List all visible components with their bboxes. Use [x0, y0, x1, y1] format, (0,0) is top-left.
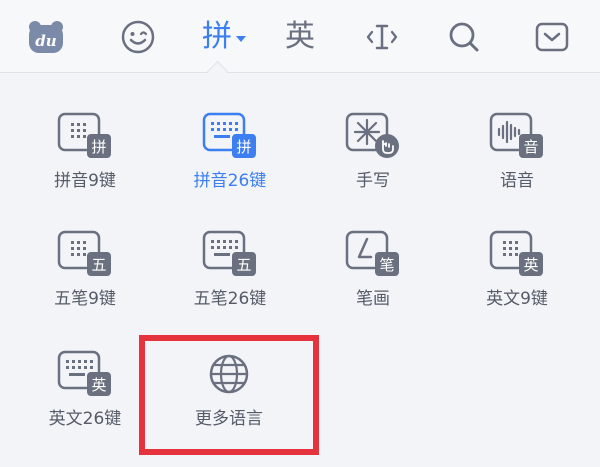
- search-icon: [449, 22, 479, 52]
- cursor-edit-button[interactable]: [354, 11, 410, 63]
- search-button[interactable]: [436, 11, 492, 63]
- layout-label: 五笔26键: [193, 289, 267, 309]
- layout-english-9[interactable]: 英 英文9键: [452, 226, 582, 326]
- english-input-button[interactable]: 英: [272, 11, 328, 63]
- layout-handwriting[interactable]: 手写: [308, 108, 438, 208]
- layout-label: 拼音9键: [54, 171, 116, 191]
- voice-waveform-icon: 音: [489, 112, 543, 158]
- layout-label: 英文26键: [48, 409, 122, 429]
- badge-text: 五: [236, 256, 251, 274]
- pinyin-label: 拼: [202, 19, 232, 54]
- layout-label: 语音: [500, 171, 534, 191]
- text-cursor-icon: [366, 24, 398, 50]
- du-logo-icon: du: [29, 21, 63, 53]
- stroke-pen-icon: 笔: [345, 230, 399, 276]
- highlight-box: [139, 335, 319, 455]
- layout-stroke[interactable]: 笔 笔画: [308, 226, 438, 326]
- handwriting-icon: [345, 112, 399, 158]
- layout-label: 五笔9键: [54, 289, 116, 309]
- layout-wubi-26[interactable]: 五 五笔26键: [165, 226, 295, 326]
- du-logo-button[interactable]: du: [18, 11, 74, 63]
- collapse-keyboard-button[interactable]: [524, 11, 580, 63]
- layout-pinyin-9[interactable]: 拼 拼音9键: [20, 108, 150, 208]
- badge-text: 拼: [236, 138, 251, 156]
- layout-label: 笔画: [356, 289, 390, 309]
- badge-text: 五: [91, 256, 106, 274]
- keyboard-collapse-icon: [535, 22, 569, 52]
- pinyin-input-button[interactable]: 拼: [196, 11, 252, 63]
- layout-label: 英文9键: [486, 289, 548, 309]
- badge-text: 拼: [91, 138, 106, 156]
- keyboard-26-wubi-icon: 五: [202, 230, 256, 276]
- keypad-9-pinyin-icon: 拼: [57, 112, 111, 158]
- layout-label: 拼音26键: [193, 171, 267, 191]
- layout-voice[interactable]: 音 语音: [452, 108, 582, 208]
- keyboard-toolbar: du 拼 英: [0, 0, 600, 73]
- smiley-face-icon: [121, 20, 155, 54]
- svg-text:du: du: [35, 32, 56, 50]
- keyboard-26-pinyin-icon: 拼: [202, 112, 256, 158]
- badge-text: 笔: [379, 256, 394, 274]
- keypad-9-wubi-icon: 五: [57, 230, 111, 276]
- badge-text: 音: [523, 138, 538, 156]
- chevron-down-icon: [236, 36, 246, 42]
- layout-pinyin-26[interactable]: 拼 拼音26键: [165, 108, 295, 208]
- badge-text: 英: [91, 376, 106, 394]
- layout-label: 手写: [356, 171, 390, 191]
- badge-text: 英: [523, 256, 538, 274]
- layout-english-26[interactable]: 英 英文26键: [20, 346, 150, 446]
- keypad-9-english-icon: 英: [489, 230, 543, 276]
- emoji-button[interactable]: [110, 11, 166, 63]
- english-label: 英: [285, 19, 315, 54]
- keyboard-26-english-icon: 英: [57, 350, 111, 396]
- layout-wubi-9[interactable]: 五 五笔9键: [20, 226, 150, 326]
